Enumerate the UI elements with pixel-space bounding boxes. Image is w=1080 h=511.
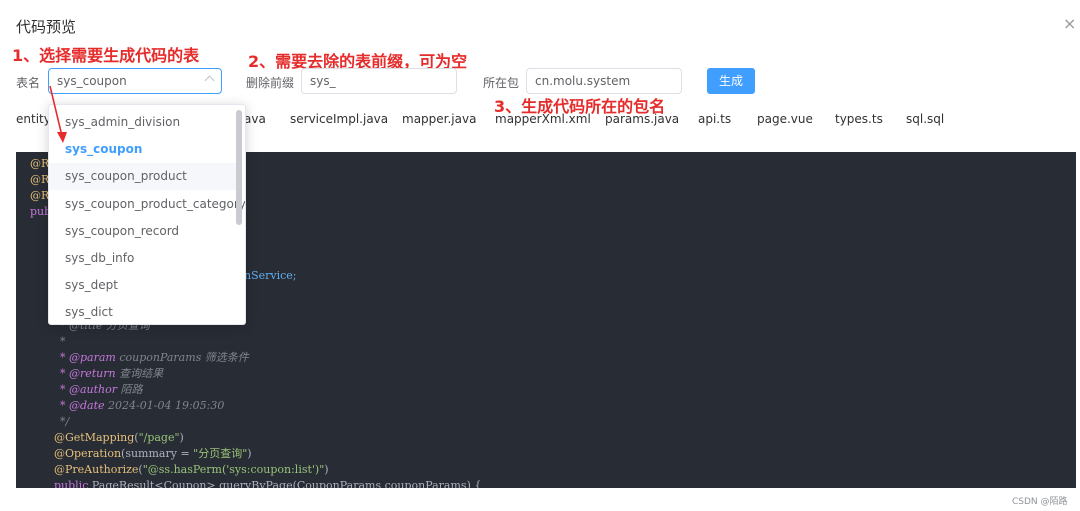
tab-page[interactable]: page.vue [757, 112, 813, 126]
annotation-step1: 1、选择需要生成代码的表 [12, 46, 200, 65]
table-name-label: 表名 [16, 76, 41, 90]
tab-types[interactable]: types.ts [835, 112, 883, 126]
tab-serviceimpl[interactable]: serviceImpl.java [290, 112, 388, 126]
tab-mapper[interactable]: mapper.java [402, 112, 476, 126]
dropdown-option[interactable]: sys_dict [49, 299, 237, 324]
prefix-label: 删除前缀 [246, 76, 295, 90]
generate-button[interactable]: 生成 [707, 68, 755, 94]
code-line: @GetMapping("/page") [54, 431, 184, 444]
dropdown-option-hovered[interactable]: sys_coupon_product [49, 163, 237, 190]
code-comment: * @return 查询结果 [60, 367, 164, 380]
dropdown-option[interactable]: sys_coupon_product_category [49, 191, 245, 218]
tab-api[interactable]: api.ts [698, 112, 731, 126]
dialog-title: 代码预览 [16, 18, 77, 36]
dropdown-option[interactable]: sys_coupon_record [49, 218, 237, 245]
tab-params[interactable]: params.java [605, 112, 679, 126]
close-icon[interactable]: × [1063, 14, 1076, 34]
chevron-up-icon [204, 75, 215, 86]
code-fragment: nService; [244, 269, 297, 282]
watermark: CSDN @陌路 [1012, 497, 1068, 507]
code-comment: * [60, 335, 66, 348]
code-line: @PreAuthorize("@ss.hasPerm('sys:coupon:l… [54, 463, 329, 476]
code-line: public PageResult<Coupon> queryByPage(Co… [54, 479, 482, 488]
dropdown-option[interactable]: sys_dept [49, 272, 237, 299]
annotation-arrow-icon [49, 85, 67, 143]
tab-mapperxml[interactable]: mapperXml.xml [495, 112, 591, 126]
prefix-input[interactable]: sys_ [301, 68, 457, 94]
dropdown-option[interactable]: sys_db_info [49, 245, 237, 272]
tab-service[interactable]: ava [244, 112, 266, 126]
dropdown-scrollbar[interactable] [236, 110, 242, 225]
code-comment: */ [60, 415, 70, 428]
package-label: 所在包 [483, 76, 520, 90]
code-line: @Operation(summary = "分页查询") [54, 447, 252, 460]
code-comment: * @param couponParams 筛选条件 [60, 351, 249, 364]
code-comment: * @date 2024-01-04 19:05:30 [60, 399, 225, 412]
code-comment: * @author 陌路 [60, 383, 143, 396]
package-input[interactable]: cn.molu.system [526, 68, 682, 94]
tab-sql[interactable]: sql.sql [906, 112, 944, 126]
